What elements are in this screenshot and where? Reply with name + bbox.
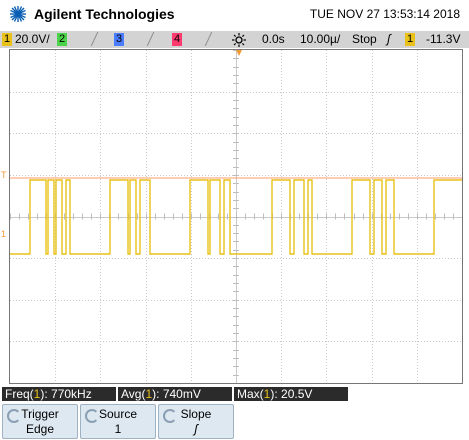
trigger-source[interactable]: 1 — [405, 32, 418, 47]
softkey-bar: Trigger Edge Source 1 Slope ʃ — [0, 403, 469, 440]
trigger-source-softkey[interactable]: Source 1 — [80, 404, 156, 439]
status-bar: 1 20.0V/ 2 3 4 0.0s 10.00µ/ Stop ʃ 1 -11.… — [0, 31, 469, 48]
svg-text:T: T — [1, 170, 7, 180]
measurement-bar: Freq(1): 770kHz Avg(1): 740mV Max(1): 20… — [0, 385, 469, 402]
trigger-slope-value: ʃ — [194, 422, 198, 436]
trigger-mode-softkey[interactable]: Trigger Edge — [2, 404, 78, 439]
trigger-slope-softkey[interactable]: Slope ʃ — [158, 404, 234, 439]
timestamp: TUE NOV 27 13:53:14 2018 — [309, 7, 460, 21]
trigger-level[interactable]: -11.3V — [426, 32, 460, 47]
status-divider — [146, 32, 159, 46]
ch4-number-badge: 4 — [172, 33, 182, 47]
ch3-number-badge: 3 — [114, 33, 124, 47]
measurement-max[interactable]: Max(1): 20.5V — [234, 387, 348, 401]
trigger-slope-symbol: ʃ — [387, 32, 391, 46]
trigger-position-sun-icon — [232, 33, 246, 47]
agilent-spark-icon — [10, 6, 26, 22]
trigger-position[interactable]: 0.0s — [262, 32, 285, 47]
trigger-mode-title: Trigger — [21, 407, 59, 421]
max-label: Max( — [237, 387, 264, 401]
ground-marker-label: 1 — [1, 229, 6, 239]
measurement-average[interactable]: Avg(1): 740mV — [118, 387, 232, 401]
max-value: ): 20.5V — [270, 387, 313, 401]
trigger-level-marker-icon: T — [1, 170, 7, 180]
status-divider — [204, 32, 217, 46]
trigger-source-badge: 1 — [405, 33, 415, 47]
trigger-slope-title: Slope — [180, 407, 212, 421]
freq-label: Freq( — [5, 387, 34, 401]
timebase[interactable]: 10.00µ/ — [300, 32, 340, 47]
ch2-number-badge: 2 — [57, 33, 67, 47]
ground-marker-icon: 1 — [1, 229, 6, 239]
brand-name: Agilent Technologies — [34, 6, 175, 22]
waveform-graticule — [10, 50, 462, 383]
trigger-source-value: 1 — [114, 422, 122, 436]
ch3-indicator[interactable]: 3 — [114, 32, 127, 47]
run-state[interactable]: Stop — [352, 32, 377, 47]
ch1-indicator[interactable]: 1 20.0V/ — [2, 32, 50, 47]
header-bar: Agilent Technologies TUE NOV 27 13:53:14… — [0, 0, 469, 31]
waveform-display[interactable] — [9, 49, 463, 384]
measurement-frequency[interactable]: Freq(1): 770kHz — [2, 387, 116, 401]
trigger-source-title: Source — [98, 407, 138, 421]
ch1-number-badge: 1 — [2, 33, 12, 47]
ch1-scale: 20.0V/ — [15, 32, 50, 46]
avg-value: ): 740mV — [152, 387, 201, 401]
avg-label: Avg( — [121, 387, 146, 401]
ch4-indicator[interactable]: 4 — [172, 32, 185, 47]
trigger-mode-value: Edge — [25, 422, 55, 436]
status-divider — [90, 32, 103, 46]
ch2-indicator[interactable]: 2 — [57, 32, 70, 47]
freq-value: ): 770kHz — [40, 387, 92, 401]
